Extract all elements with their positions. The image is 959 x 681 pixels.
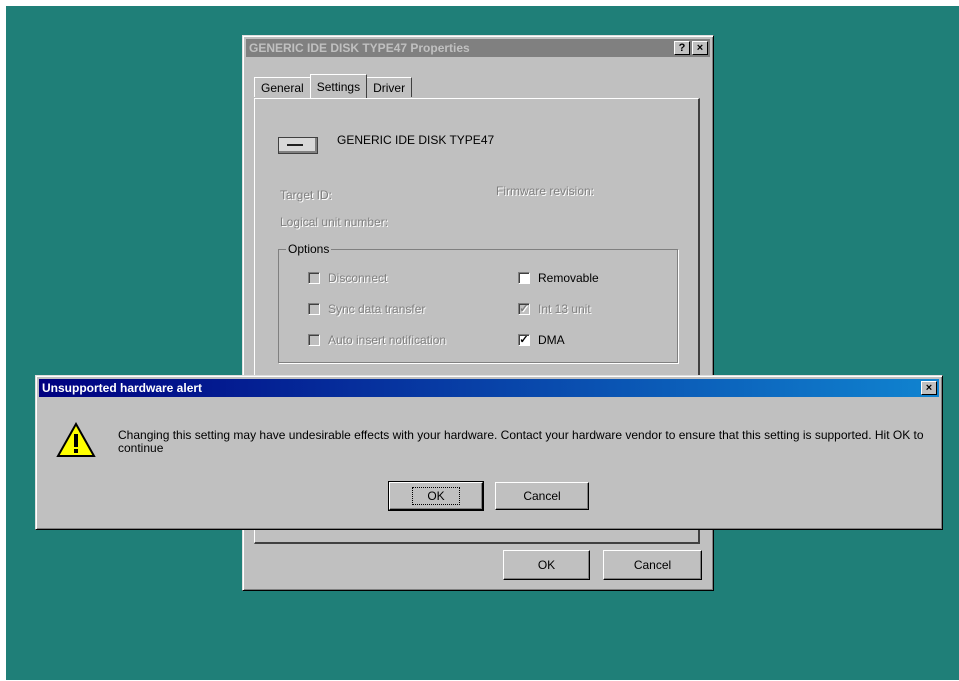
logical-unit-label: Logical unit number: <box>280 215 389 229</box>
checkbox-box <box>308 272 320 284</box>
sync-data-transfer-checkbox[interactable]: Sync data transfer <box>308 302 425 316</box>
checkbox-box <box>308 303 320 315</box>
checkbox-label: Auto insert notification <box>328 333 447 347</box>
int13-unit-checkbox[interactable]: ✓ Int 13 unit <box>518 302 591 316</box>
properties-title: GENERIC IDE DISK TYPE47 Properties <box>249 41 470 55</box>
options-label: Options <box>286 242 332 256</box>
tab-general[interactable]: General <box>254 77 311 97</box>
checkbox-box: ✓ <box>518 303 530 315</box>
removable-checkbox[interactable]: Removable <box>518 271 599 285</box>
target-id-label: Target ID: <box>280 188 333 202</box>
checkbox-box <box>308 334 320 346</box>
alert-title: Unsupported hardware alert <box>42 381 203 395</box>
help-button[interactable]: ? <box>674 41 690 55</box>
alert-ok-button[interactable]: OK <box>388 481 484 511</box>
tab-strip: General Settings Driver <box>254 73 413 98</box>
checkbox-label: DMA <box>538 333 565 347</box>
device-name: GENERIC IDE DISK TYPE47 <box>337 133 495 147</box>
warning-icon <box>56 422 96 457</box>
close-button[interactable]: × <box>692 41 708 55</box>
auto-insert-notification-checkbox[interactable]: Auto insert notification <box>308 333 446 347</box>
tab-settings[interactable]: Settings <box>309 74 368 98</box>
alert-close-button[interactable]: × <box>921 381 937 395</box>
properties-cancel-button[interactable]: Cancel <box>603 550 702 580</box>
properties-titlebar[interactable]: GENERIC IDE DISK TYPE47 Properties ? × <box>246 39 710 57</box>
tab-driver[interactable]: Driver <box>366 77 413 97</box>
disk-drive-icon <box>278 137 318 154</box>
firmware-revision-label: Firmware revision: <box>496 184 595 198</box>
dma-checkbox[interactable]: ✓ DMA <box>518 333 565 347</box>
alert-message: Changing this setting may have undesirab… <box>118 428 924 455</box>
checkbox-label: Int 13 unit <box>538 302 591 316</box>
checkbox-label: Removable <box>538 271 599 285</box>
checkbox-box <box>518 272 530 284</box>
checkbox-label: Sync data transfer <box>328 302 426 316</box>
disconnect-checkbox[interactable]: Disconnect <box>308 271 387 285</box>
checkbox-box: ✓ <box>518 334 530 346</box>
checkbox-label: Disconnect <box>328 271 388 285</box>
alert-titlebar[interactable]: Unsupported hardware alert × <box>39 379 939 397</box>
alert-ok-label: OK <box>412 487 460 505</box>
properties-ok-button[interactable]: OK <box>503 550 590 580</box>
alert-cancel-button[interactable]: Cancel <box>495 482 589 510</box>
